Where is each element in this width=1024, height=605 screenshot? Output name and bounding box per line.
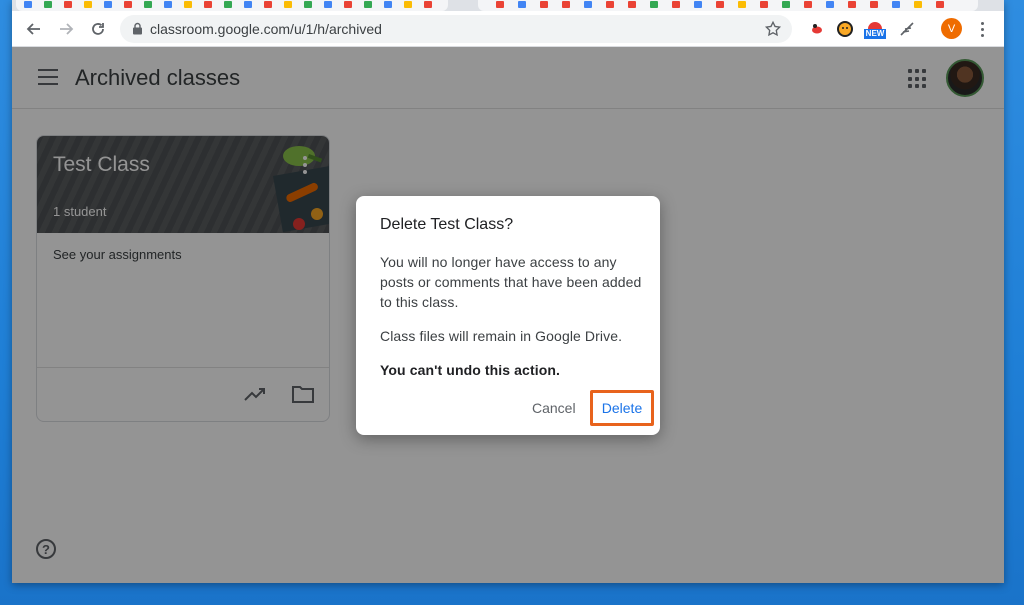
favicon-icon: [424, 1, 432, 8]
bookmark-star-icon[interactable]: [764, 20, 782, 38]
favicon-icon: [184, 1, 192, 8]
favicon-icon: [672, 1, 680, 8]
favicon-icon: [44, 1, 52, 8]
favicon-icon: [716, 1, 724, 8]
favicon-icon: [84, 1, 92, 8]
favicon-icon: [738, 1, 746, 8]
favicon-icon: [936, 1, 944, 8]
cancel-button[interactable]: Cancel: [524, 396, 584, 420]
browser-window: classroom.google.com/u/1/h/archived NEW: [12, 0, 1004, 583]
favicon-icon: [104, 1, 112, 8]
favicon-icon: [518, 1, 526, 8]
back-button[interactable]: [22, 17, 46, 41]
tab-active[interactable]: [16, 0, 448, 11]
favicon-icon: [914, 1, 922, 8]
url-text[interactable]: classroom.google.com/u/1/h/archived: [150, 21, 382, 37]
profile-avatar[interactable]: V: [941, 18, 962, 39]
favicon-icon: [694, 1, 702, 8]
favicon-icon: [782, 1, 790, 8]
new-badge: NEW: [863, 28, 887, 39]
favicon-icon: [304, 1, 312, 8]
arrow-right-icon: [60, 23, 74, 35]
favicon-icon: [64, 1, 72, 8]
favicon-icon: [284, 1, 292, 8]
favicon-icon: [760, 1, 768, 8]
favicon-icon: [124, 1, 132, 8]
extension-smiley-icon[interactable]: [834, 18, 856, 40]
favicon-icon: [628, 1, 636, 8]
browser-toolbar: classroom.google.com/u/1/h/archived NEW: [12, 11, 1004, 47]
favicon-icon: [324, 1, 332, 8]
favicon-icon: [204, 1, 212, 8]
favicon-icon: [344, 1, 352, 8]
favicon-icon: [870, 1, 878, 8]
extension-lips-icon[interactable]: [806, 18, 828, 40]
favicon-icon: [384, 1, 392, 8]
favicon-icon: [164, 1, 172, 8]
browser-menu-icon[interactable]: [974, 17, 990, 41]
forward-button[interactable]: [54, 17, 78, 41]
favicon-icon: [244, 1, 252, 8]
delete-button[interactable]: Delete: [590, 390, 654, 426]
favicon-icon: [562, 1, 570, 8]
dialog-body: You will no longer have access to any po…: [380, 252, 642, 394]
favicon-icon: [264, 1, 272, 8]
reload-button[interactable]: [86, 17, 110, 41]
lock-icon: [133, 22, 142, 35]
favicon-icon: [404, 1, 412, 8]
favicon-icon: [364, 1, 372, 8]
favicon-icon: [24, 1, 32, 8]
address-bar[interactable]: classroom.google.com/u/1/h/archived: [120, 15, 792, 43]
dialog-undo-warning: You can't undo this action.: [380, 362, 560, 378]
favicon-icon: [540, 1, 548, 8]
favicon-icon: [826, 1, 834, 8]
favicon-icon: [224, 1, 232, 8]
extension-new-icon[interactable]: NEW: [863, 18, 887, 40]
dialog-warning-text: You will no longer have access to any po…: [380, 254, 642, 310]
arrow-left-icon: [26, 23, 40, 35]
tab-strip: [12, 0, 1004, 11]
favicon-icon: [892, 1, 900, 8]
tab-group[interactable]: [478, 0, 978, 11]
dialog-drive-note: Class files will remain in Google Drive.: [380, 328, 623, 344]
extension-feather-icon[interactable]: [896, 18, 918, 40]
favicon-icon: [584, 1, 592, 8]
dialog-title: Delete Test Class?: [380, 216, 514, 233]
favicon-icon: [144, 1, 152, 8]
reload-icon: [92, 23, 104, 35]
favicon-icon: [848, 1, 856, 8]
favicon-icon: [606, 1, 614, 8]
favicon-icon: [804, 1, 812, 8]
delete-class-dialog: Delete Test Class? You will no longer ha…: [356, 196, 660, 435]
favicon-icon: [496, 1, 504, 8]
favicon-icon: [650, 1, 658, 8]
